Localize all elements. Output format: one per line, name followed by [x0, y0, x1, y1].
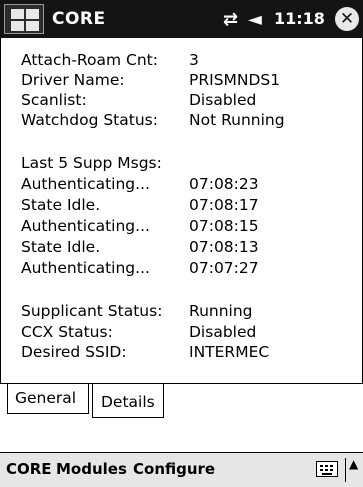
details-panel: Attach-Roam Cnt: 3 Driver Name: PRISMNDS1 …: [0, 38, 363, 383]
detail-label: State Idle.: [21, 196, 101, 214]
up-arrow-icon[interactable]: ▲: [349, 457, 358, 471]
close-button[interactable]: ✕: [335, 7, 359, 31]
tab-details[interactable]: Details: [92, 384, 164, 418]
detail-label: Watchdog Status:: [21, 111, 158, 129]
clock[interactable]: 11:18: [274, 9, 325, 28]
detail-label: Attach-Roam Cnt:: [21, 51, 158, 69]
detail-label: Authenticating...: [21, 217, 150, 235]
detail-value: Not Running: [189, 111, 285, 129]
detail-value: 07:08:17: [189, 196, 259, 214]
detail-label: Last 5 Supp Msgs:: [21, 154, 162, 172]
volume-icon[interactable]: ◄: [248, 9, 262, 30]
tab-general[interactable]: General: [7, 384, 89, 414]
detail-label: Driver Name:: [21, 71, 125, 89]
menu-divider: [345, 458, 346, 482]
detail-label: Authenticating...: [21, 175, 150, 193]
detail-label: Scanlist:: [21, 91, 87, 109]
detail-value: INTERMEC: [189, 343, 270, 361]
menu-modules[interactable]: Modules: [56, 460, 127, 478]
detail-value: 3: [189, 51, 199, 69]
detail-value: 07:08:23: [189, 175, 259, 193]
connectivity-icon[interactable]: ⇄: [223, 9, 238, 30]
detail-value: 07:08:13: [189, 238, 259, 256]
detail-label: Supplicant Status:: [21, 302, 163, 320]
app-title: CORE: [52, 9, 106, 29]
menu-configure[interactable]: Configure: [133, 460, 215, 478]
title-bar: CORE ⇄ ◄ 11:18 ✕: [0, 0, 363, 38]
detail-label: State Idle.: [21, 238, 101, 256]
keyboard-icon[interactable]: [316, 461, 338, 477]
detail-value: 07:08:15: [189, 217, 259, 235]
detail-value: Disabled: [189, 91, 257, 109]
detail-value: 07:07:27: [189, 259, 259, 277]
detail-value: Disabled: [189, 323, 257, 341]
detail-label: Authenticating...: [21, 259, 150, 277]
detail-value: PRISMNDS1: [189, 71, 281, 89]
detail-label: Desired SSID:: [21, 343, 127, 361]
detail-label: CCX Status:: [21, 323, 113, 341]
detail-value: Running: [189, 302, 253, 320]
menu-core[interactable]: CORE: [6, 460, 52, 478]
start-menu-icon[interactable]: [4, 4, 44, 34]
menu-bar: CORE Modules Configure ▲: [0, 452, 363, 487]
